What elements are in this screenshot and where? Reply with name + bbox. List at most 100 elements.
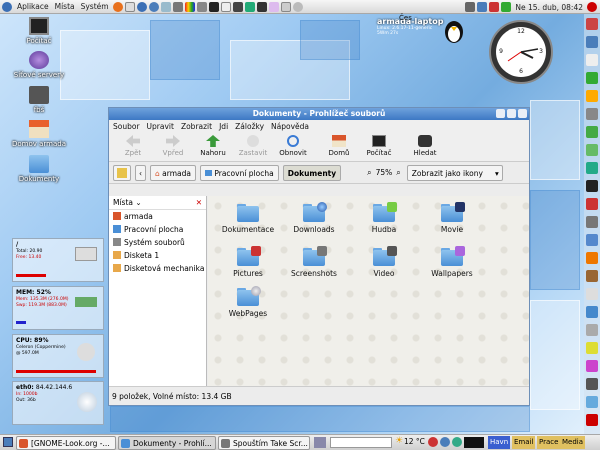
weather-temp[interactable]: 12 °C	[404, 437, 425, 446]
tray-icon[interactable]	[440, 437, 450, 447]
sidebar-item-home[interactable]: armada	[109, 210, 206, 223]
tray-button-media[interactable]: Media	[560, 436, 586, 449]
dock-app-icon[interactable]	[586, 18, 598, 30]
menu-places[interactable]: Místa	[55, 2, 75, 11]
up-button[interactable]: Nahoru	[193, 135, 233, 157]
dock-app-icon[interactable]	[586, 306, 598, 318]
location-toggle-button[interactable]	[113, 164, 131, 181]
menu-bookmarks[interactable]: Záložky	[235, 122, 264, 131]
panel-clock[interactable]: Ne 15. dub, 08:42	[515, 3, 583, 12]
desktop-icon-drive[interactable]: fbš	[10, 86, 68, 114]
dock-app-icon[interactable]	[586, 414, 598, 426]
dock-app-icon[interactable]	[586, 126, 598, 138]
weather-icon[interactable]: ☀	[395, 436, 403, 446]
folder-item[interactable]: WebPages	[216, 286, 280, 318]
dock-app-icon[interactable]	[586, 360, 598, 372]
firefox-launcher-icon[interactable]	[112, 1, 123, 12]
menu-system[interactable]: Systém	[81, 2, 109, 11]
home-button[interactable]: Domů	[319, 135, 359, 157]
path-button-home[interactable]: ⌂ armada	[150, 164, 196, 181]
menu-help[interactable]: Nápověda	[271, 122, 309, 131]
stop-button[interactable]: Zastavit	[233, 135, 273, 157]
dock-app-icon[interactable]	[586, 378, 598, 390]
settings-launcher-icon[interactable]	[196, 1, 207, 12]
folder-item[interactable]: Video	[352, 246, 416, 278]
sidebar-header[interactable]: Místa ⌄ ✕	[109, 196, 206, 210]
path-button-desktop[interactable]: Pracovní plocha	[199, 164, 279, 181]
taskbar-item[interactable]: [GNOME-Look.org -...	[16, 436, 116, 450]
folder-item[interactable]: Movie	[420, 202, 484, 234]
terminal-launcher-icon[interactable]	[208, 1, 219, 12]
dock-app-icon[interactable]	[586, 288, 598, 300]
sidebar-item-floppy-drive[interactable]: Disketová mechanika	[109, 262, 206, 275]
show-desktop-icon[interactable]	[3, 437, 13, 447]
back-button[interactable]: Zpět	[113, 135, 153, 157]
dock-app-icon[interactable]	[586, 54, 598, 66]
lang-indicator[interactable]: Čes	[399, 14, 412, 22]
forward-button[interactable]: Vpřed	[153, 135, 193, 157]
battery-icon[interactable]	[501, 2, 512, 12]
tray-button-work[interactable]: Prace	[537, 436, 561, 449]
video-launcher-icon[interactable]	[256, 1, 267, 12]
dock-app-icon[interactable]	[586, 144, 598, 156]
tray-icon[interactable]	[464, 437, 484, 448]
folder-item[interactable]: Downloads	[282, 202, 346, 234]
view-mode-select[interactable]: Zobrazit jako ikony ▾	[406, 164, 503, 181]
menu-file[interactable]: Soubor	[113, 122, 140, 131]
desktop-icon-home[interactable]: Domov armada	[10, 120, 68, 148]
folder-item[interactable]: Wallpapers	[420, 246, 484, 278]
tray-button-email[interactable]: Email	[512, 436, 536, 449]
network-launcher-icon[interactable]	[148, 1, 159, 12]
tray-icon[interactable]	[452, 437, 462, 447]
taskbar-item-active[interactable]: Dokumenty - Prohlí...	[118, 436, 216, 450]
desktop-icon-computer[interactable]: Počítač	[10, 17, 68, 45]
window-titlebar[interactable]: Dokumenty - Prohlížeč souborů	[109, 108, 529, 120]
zoom-level[interactable]: 75%	[376, 168, 393, 177]
dock-app-icon[interactable]	[586, 72, 598, 84]
folder-item[interactable]: Pictures	[216, 246, 280, 278]
menu-go[interactable]: Jdi	[219, 122, 228, 131]
search-field[interactable]	[330, 437, 392, 448]
dock-app-icon[interactable]	[586, 270, 598, 282]
menu-view[interactable]: Zobrazit	[181, 122, 212, 131]
desktop-icon-network-servers[interactable]: Síťové servery	[10, 51, 68, 79]
dock-app-icon[interactable]	[586, 198, 598, 210]
sidebar-item-floppy[interactable]: Disketa 1	[109, 249, 206, 262]
audio-launcher-icon[interactable]	[232, 1, 243, 12]
folder-item[interactable]: Dokumentace	[216, 204, 280, 234]
dock-app-icon[interactable]	[586, 36, 598, 48]
dock-app-icon[interactable]	[586, 216, 598, 228]
search-button[interactable]: Hledat	[405, 135, 445, 157]
dock-app-icon[interactable]	[586, 396, 598, 408]
palette-launcher-icon[interactable]	[184, 1, 195, 12]
folder-item[interactable]: Hudba	[352, 202, 416, 234]
path-button-documents[interactable]: Dokumenty	[282, 164, 342, 181]
close-icon[interactable]	[518, 109, 527, 118]
update-icon[interactable]	[489, 2, 500, 12]
network-status-icon[interactable]	[477, 2, 488, 12]
calc-launcher-icon[interactable]	[244, 1, 255, 12]
desktop-icon-documents[interactable]: Dokumenty	[10, 155, 68, 183]
power-icon[interactable]	[587, 2, 597, 12]
dock-app-icon[interactable]	[586, 162, 598, 174]
chart-launcher-icon[interactable]	[160, 1, 171, 12]
media-launcher-icon[interactable]	[268, 1, 279, 12]
gimp-launcher-icon[interactable]	[172, 1, 183, 12]
computer-button[interactable]: Počítač	[359, 135, 399, 157]
dock-app-icon[interactable]	[586, 234, 598, 246]
reload-button[interactable]: Obnovit	[273, 135, 313, 157]
path-scroll-left-button[interactable]: ‹	[135, 164, 146, 181]
help-launcher-icon[interactable]	[136, 1, 147, 12]
dock-app-icon[interactable]	[586, 108, 598, 120]
maximize-icon[interactable]	[507, 109, 516, 118]
sidebar-item-filesystem[interactable]: Systém souborů	[109, 236, 206, 249]
editor-launcher-icon[interactable]	[220, 1, 231, 12]
menu-edit[interactable]: Upravit	[147, 122, 174, 131]
mail-launcher-icon[interactable]	[124, 1, 135, 12]
dock-app-icon[interactable]	[586, 252, 598, 264]
volume-icon[interactable]	[465, 2, 476, 12]
dock-app-icon[interactable]	[586, 342, 598, 354]
sidebar-item-desktop[interactable]: Pracovní plocha	[109, 223, 206, 236]
menu-applications[interactable]: Aplikace	[17, 2, 49, 11]
dock-app-icon[interactable]	[586, 180, 598, 192]
